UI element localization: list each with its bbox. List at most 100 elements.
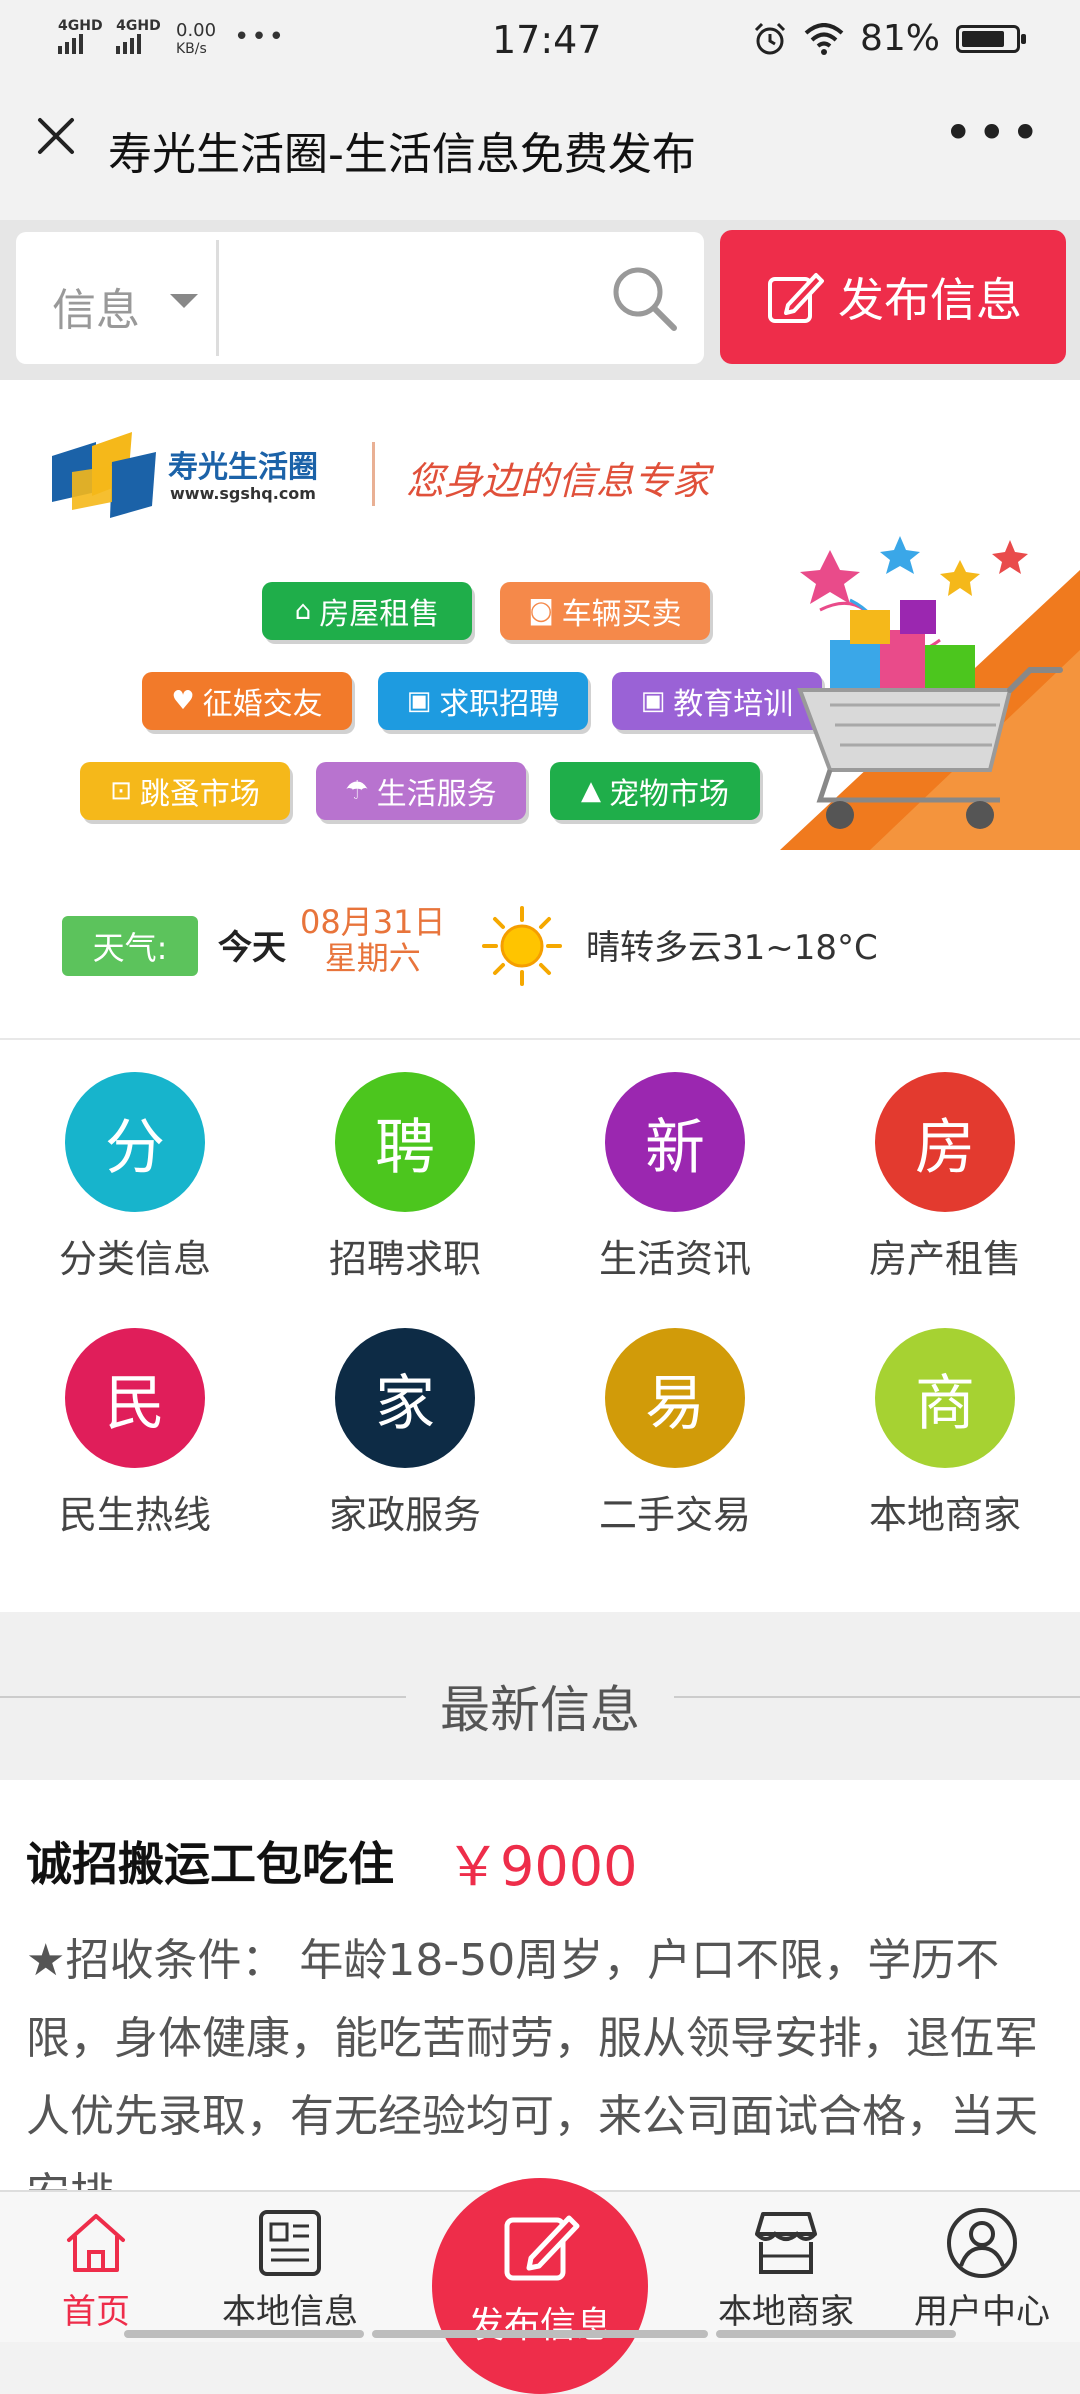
nav-user-center[interactable]: 用户中心	[892, 2204, 1072, 2333]
listing-price: ￥9000	[446, 1835, 638, 1898]
nav-local-info[interactable]: 本地信息	[200, 2204, 380, 2333]
nav-label: 本地商家	[718, 2292, 854, 2332]
category-hotline[interactable]: 民 民生热线	[0, 1328, 270, 1539]
tag-vehicles[interactable]: ◙ 车辆买卖	[500, 582, 710, 640]
search-icon[interactable]	[608, 262, 682, 336]
category-label: 招聘求职	[328, 1237, 481, 1281]
nav-publish-button[interactable]: 发布信息	[432, 2178, 648, 2394]
network-speed: 0.00 KB/s	[176, 22, 216, 58]
network-indicator: 4GHD 4GHD	[58, 18, 161, 57]
category-icon: 新	[605, 1072, 745, 1212]
battery-percent: 81%	[859, 18, 940, 59]
status-right: 81%	[752, 18, 1026, 59]
network-type-2: 4GHD	[116, 18, 161, 34]
alarm-icon	[754, 22, 786, 54]
category-label: 二手交易	[598, 1493, 751, 1537]
category-label: 分类信息	[58, 1237, 211, 1281]
logo-name: 寿光生活圈	[168, 450, 318, 485]
list-item[interactable]: 诚招搬运工包吃住 ￥9000 ★招收条件： 年龄18-50周岁，户口不限，学历不…	[0, 1780, 1080, 2190]
tag-label: 生活服务	[376, 777, 497, 812]
tag-flea-market[interactable]: ⊡ 跳蚤市场	[80, 762, 290, 820]
tag-label: 房屋租售	[319, 597, 440, 632]
weather-weekday: 星期六	[324, 939, 421, 977]
shopping-cart-illustration	[780, 536, 1080, 850]
weather-date: 08月31日 星期六	[300, 904, 445, 976]
listing-description: ★招收条件： 年龄18-50周岁，户口不限，学历不限，身体健康，能吃苦耐劳，服从…	[26, 1935, 1038, 2190]
category-housekeeping[interactable]: 家 家政服务	[270, 1328, 540, 1539]
clock: 17:47	[492, 18, 602, 62]
user-icon	[947, 2208, 1017, 2278]
promo-banner[interactable]: 寿光生活圈 www.sgshq.com 您身边的信息专家 ⌂ 房屋租售 ◙ 车辆买卖…	[0, 380, 1080, 850]
tag-pets[interactable]: ▲ 宠物市场	[550, 762, 760, 820]
speed-unit: KB/s	[176, 41, 207, 57]
cart-icon: ⊡	[110, 776, 132, 806]
nav-label: 用户中心	[914, 2292, 1050, 2332]
bottom-nav: 首页 本地信息 发布信息 本地商家 用户中心	[0, 2178, 1080, 2394]
battery-icon	[956, 24, 1026, 53]
tag-jobs[interactable]: ▣ 求职招聘	[378, 672, 588, 730]
weather-label: 天气:	[62, 916, 198, 976]
category-label: 房产租售	[868, 1237, 1021, 1281]
nav-label: 首页	[62, 2292, 130, 2332]
store-icon	[755, 2212, 817, 2274]
weather-today: 今天	[218, 928, 286, 968]
sun-icon	[482, 906, 562, 986]
edit-icon	[768, 273, 824, 323]
status-bar: 4GHD 4GHD 0.00 KB/s ••• 17:47 81%	[0, 0, 1080, 80]
speed-value: 0.00	[176, 20, 217, 41]
page-title: 寿光生活圈-生活信息免费发布	[108, 129, 696, 180]
tag-dating[interactable]: ♥ 征婚交友	[142, 672, 352, 730]
wifi-icon	[804, 22, 844, 55]
chevron-down-icon[interactable]	[170, 294, 198, 308]
category-label: 家政服务	[328, 1493, 481, 1537]
search-bar: 信息 发布信息	[0, 220, 1080, 380]
category-icon: 房	[875, 1072, 1015, 1212]
weather-description: 晴转多云31~18°C	[586, 928, 878, 968]
tag-housing[interactable]: ⌂ 房屋租售	[262, 582, 472, 640]
category-icon: 商	[875, 1328, 1015, 1468]
title-bar: 寿光生活圈-生活信息免费发布 •••	[0, 80, 1080, 220]
category-real-estate[interactable]: 房 房产租售	[810, 1072, 1080, 1283]
logo-url: www.sgshq.com	[170, 484, 316, 503]
tag-label: 宠物市场	[609, 777, 729, 812]
home-indicator	[716, 2330, 956, 2338]
more-options-icon[interactable]: •••	[944, 104, 1044, 162]
tag-label: 跳蚤市场	[139, 777, 260, 812]
weather-widget: 天气: 今天 08月31日 星期六 晴转多云31~18°C	[0, 850, 1080, 1040]
weather-date-day: 08月31日	[300, 903, 446, 941]
umbrella-icon: ☂	[345, 776, 369, 806]
tag-label: 车辆买卖	[561, 597, 682, 632]
nav-label: 发布信息	[467, 2305, 612, 2346]
publish-button[interactable]: 发布信息	[720, 230, 1066, 364]
category-merchants[interactable]: 商 本地商家	[810, 1328, 1080, 1539]
category-label: 民生热线	[58, 1493, 211, 1537]
edit-icon	[504, 2215, 580, 2281]
home-indicator	[124, 2330, 364, 2338]
latest-section-header: 最新信息	[0, 1612, 1080, 1780]
search-divider	[216, 240, 219, 356]
briefcase-icon: ▣	[406, 686, 432, 716]
close-icon[interactable]	[28, 108, 84, 164]
search-input[interactable]	[236, 252, 600, 346]
paw-icon: ▲	[581, 776, 601, 806]
briefcase-icon: ▣	[640, 686, 666, 716]
publish-button-label: 发布信息	[838, 273, 1022, 327]
listing-title: 诚招搬运工包吃住	[26, 1837, 394, 1891]
nav-merchants[interactable]: 本地商家	[696, 2204, 876, 2333]
network-type-1: 4GHD	[58, 18, 103, 34]
category-jobs[interactable]: 聘 招聘求职	[270, 1072, 540, 1283]
logo-divider	[372, 442, 375, 506]
search-category-select[interactable]: 信息	[52, 274, 140, 338]
category-icon: 分	[65, 1072, 205, 1212]
category-second-hand[interactable]: 易 二手交易	[540, 1328, 810, 1539]
category-news[interactable]: 新 生活资讯	[540, 1072, 810, 1283]
category-classified[interactable]: 分 分类信息	[0, 1072, 270, 1283]
signal-icon	[116, 34, 142, 54]
category-grid: 分 分类信息 聘 招聘求职 新 生活资讯 房 房产租售 民 民生热线 家 家政服…	[0, 1040, 1080, 1612]
nav-home[interactable]: 首页	[6, 2204, 186, 2333]
logo-icon	[52, 432, 156, 518]
tag-life-services[interactable]: ☂ 生活服务	[316, 762, 526, 820]
section-title: 最新信息	[440, 1681, 640, 1739]
category-label: 本地商家	[868, 1493, 1021, 1537]
signal-icon	[58, 34, 83, 54]
